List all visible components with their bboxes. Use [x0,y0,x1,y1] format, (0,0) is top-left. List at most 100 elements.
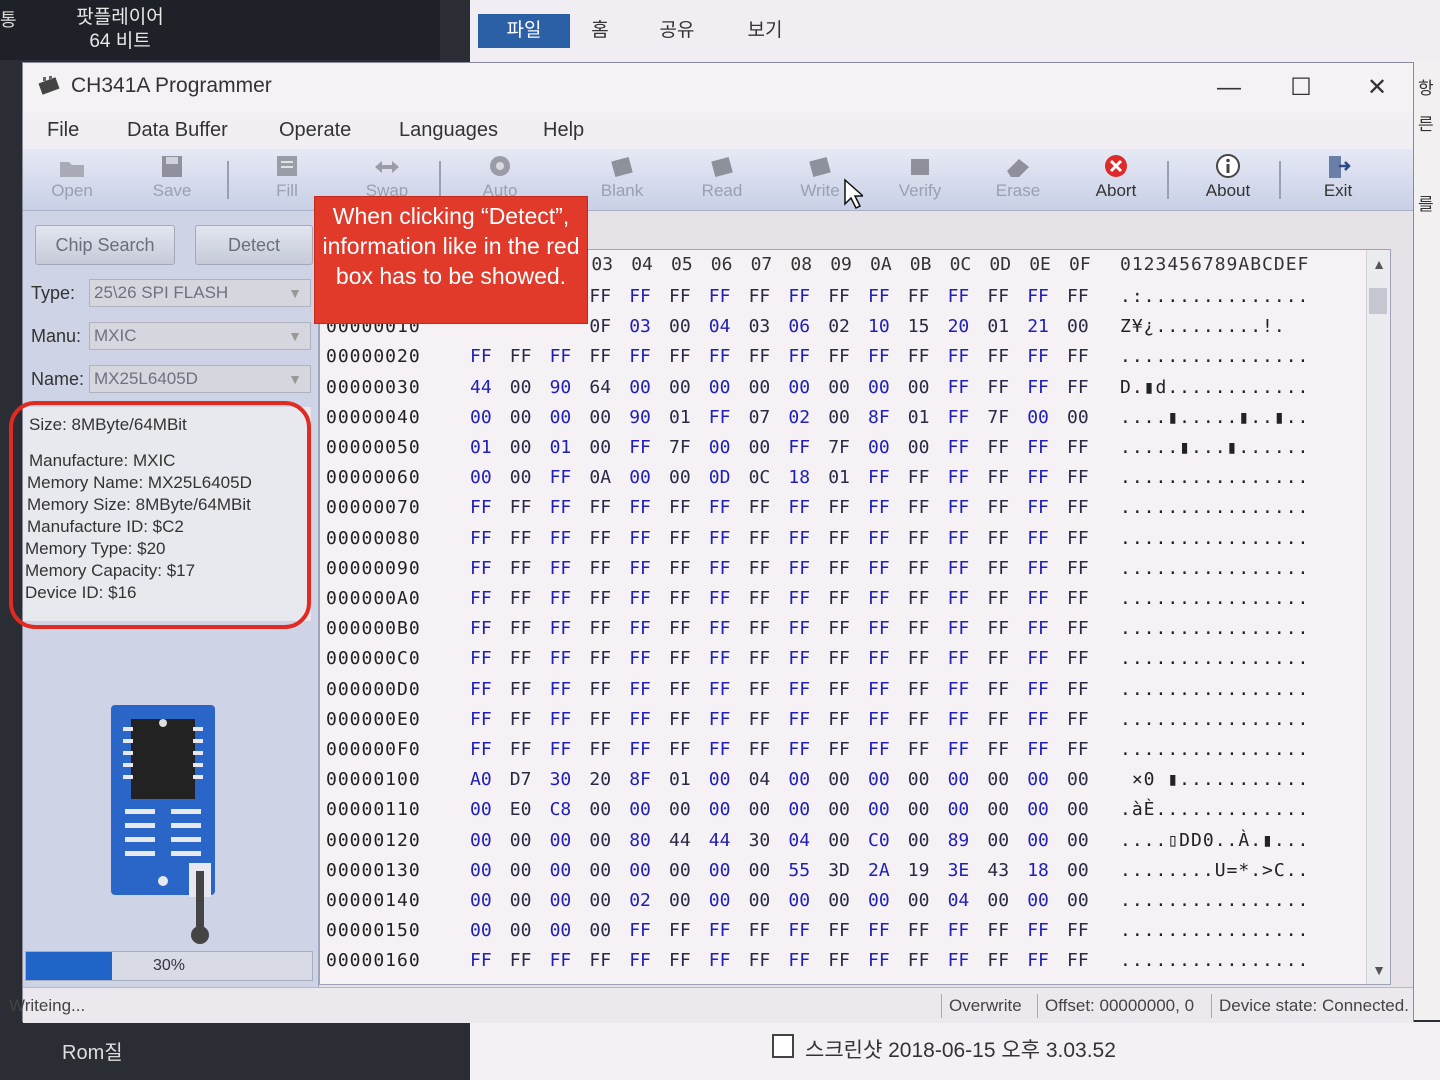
hex-byte-cell[interactable]: 00 [908,799,930,820]
hex-byte-cell[interactable]: FF [948,618,970,639]
hex-byte-cell[interactable]: FF [470,618,492,639]
hex-byte-cell[interactable]: FF [948,648,970,669]
hex-byte-cell[interactable]: FF [868,467,890,488]
hex-byte-cell[interactable]: FF [948,679,970,700]
hex-byte-cell[interactable]: FF [1027,920,1049,941]
hex-byte-cell[interactable]: FF [908,950,930,971]
hex-byte-cell[interactable]: 00 [788,890,810,911]
verify-button[interactable]: Verify [881,151,959,209]
hex-byte-cell[interactable]: FF [868,286,890,307]
hex-byte-cell[interactable]: FF [908,618,930,639]
hex-byte-cell[interactable]: FF [629,648,651,669]
hex-byte-cell[interactable]: FF [589,558,611,579]
hex-byte-cell[interactable]: FF [948,588,970,609]
hex-byte-cell[interactable]: FF [1027,346,1049,367]
hex-byte-cell[interactable]: FF [669,679,691,700]
hex-byte-cell[interactable]: FF [709,286,731,307]
hex-byte-cell[interactable]: FF [908,497,930,518]
hex-byte-cell[interactable]: 00 [1027,407,1049,428]
hex-byte-cell[interactable]: FF [948,377,970,398]
hex-byte-cell[interactable]: FF [828,950,850,971]
hex-byte-cell[interactable]: FF [470,739,492,760]
hex-byte-cell[interactable]: 2A [868,860,890,881]
hex-byte-cell[interactable]: FF [629,497,651,518]
minimize-button[interactable]: — [1209,71,1249,105]
hex-byte-cell[interactable]: FF [589,648,611,669]
hex-byte-cell[interactable]: FF [1067,709,1089,730]
hex-byte-cell[interactable]: FF [749,950,771,971]
hex-byte-cell[interactable]: FF [868,709,890,730]
hex-byte-cell[interactable]: FF [1067,920,1089,941]
hex-byte-cell[interactable]: 8F [629,769,651,790]
hex-byte-cell[interactable]: 15 [908,316,930,337]
hex-byte-cell[interactable]: FF [1027,588,1049,609]
hex-byte-cell[interactable]: FF [1027,558,1049,579]
hex-byte-cell[interactable]: FF [550,739,572,760]
hex-byte-cell[interactable]: FF [1027,528,1049,549]
hex-byte-cell[interactable]: FF [1067,437,1089,458]
about-button[interactable]: About [1189,151,1267,209]
hex-byte-cell[interactable]: 20 [589,769,611,790]
hex-byte-cell[interactable]: 00 [828,769,850,790]
hex-byte-cell[interactable]: 07 [749,407,771,428]
hex-byte-cell[interactable]: 00 [669,316,691,337]
hex-byte-cell[interactable]: FF [987,467,1009,488]
hex-byte-cell[interactable]: FF [788,618,810,639]
hex-byte-cell[interactable]: 00 [788,799,810,820]
hex-byte-cell[interactable]: FF [1027,437,1049,458]
manufacturer-select[interactable]: MXIC ▼ [89,322,311,350]
hex-byte-cell[interactable]: 00 [589,920,611,941]
hex-byte-cell[interactable]: FF [629,739,651,760]
hex-byte-cell[interactable]: 00 [828,799,850,820]
hex-byte-cell[interactable]: FF [908,467,930,488]
hex-byte-cell[interactable]: FF [987,558,1009,579]
hex-byte-cell[interactable]: FF [868,739,890,760]
hex-byte-cell[interactable]: 20 [948,316,970,337]
hex-byte-cell[interactable]: 0A [589,467,611,488]
desktop-folder-label[interactable]: Rom질 [62,1036,123,1065]
menu-languages[interactable]: Languages [399,115,498,145]
hex-byte-cell[interactable]: FF [828,346,850,367]
hex-byte-cell[interactable]: 00 [709,860,731,881]
hex-byte-cell[interactable]: FF [1027,618,1049,639]
hex-byte-cell[interactable]: 00 [510,467,532,488]
hex-byte-cell[interactable]: 01 [550,437,572,458]
hex-byte-cell[interactable]: FF [669,648,691,669]
hex-byte-cell[interactable]: 00 [868,437,890,458]
hex-byte-cell[interactable]: FF [709,588,731,609]
hex-byte-cell[interactable]: 00 [589,407,611,428]
hex-byte-cell[interactable]: FF [709,497,731,518]
hex-byte-cell[interactable]: FF [987,679,1009,700]
hex-byte-cell[interactable]: FF [709,709,731,730]
hex-byte-cell[interactable]: FF [749,920,771,941]
hex-byte-cell[interactable]: 00 [788,377,810,398]
hex-byte-cell[interactable]: FF [948,286,970,307]
hex-byte-cell[interactable]: 00 [629,377,651,398]
hex-byte-cell[interactable]: FF [589,679,611,700]
hex-byte-cell[interactable]: FF [868,920,890,941]
hex-byte-cell[interactable]: 00 [1067,407,1089,428]
hex-byte-cell[interactable]: FF [589,528,611,549]
hex-byte-cell[interactable]: FF [510,618,532,639]
hex-byte-cell[interactable]: FF [1067,497,1089,518]
hex-byte-cell[interactable]: FF [550,950,572,971]
hex-row[interactable]: 00000120 00 00 00 00 80 44 44 30 04 00 C0 00 89 00 00 00… [320,830,1390,860]
hex-byte-cell[interactable]: FF [510,558,532,579]
hex-byte-cell[interactable]: 01 [987,316,1009,337]
hex-byte-cell[interactable]: FF [908,648,930,669]
ribbon-tab-view[interactable]: 보기 [740,14,790,48]
hex-byte-cell[interactable]: FF [550,467,572,488]
hex-byte-cell[interactable]: FF [788,558,810,579]
hex-row[interactable]: 00000040 00 00 00 00 90 01 FF 07 02 00 8F 01 FF 7F 00 00… [320,407,1390,437]
hex-byte-cell[interactable]: 00 [470,830,492,851]
hex-byte-cell[interactable]: 00 [828,377,850,398]
desktop-icon-potplayer[interactable]: 팟플레이어 64 비트 [60,6,180,54]
hex-byte-cell[interactable]: FF [1027,467,1049,488]
hex-byte-cell[interactable]: 00 [470,920,492,941]
hex-byte-cell[interactable]: 00 [1027,769,1049,790]
hex-byte-cell[interactable]: 00 [470,799,492,820]
hex-byte-cell[interactable]: 00 [908,830,930,851]
hex-byte-cell[interactable]: 10 [868,316,890,337]
hex-byte-cell[interactable]: 00 [1067,860,1089,881]
hex-row[interactable]: 00000030 44 00 90 64 00 00 00 00 00 00 00 00 FF FF FF FF… [320,377,1390,407]
